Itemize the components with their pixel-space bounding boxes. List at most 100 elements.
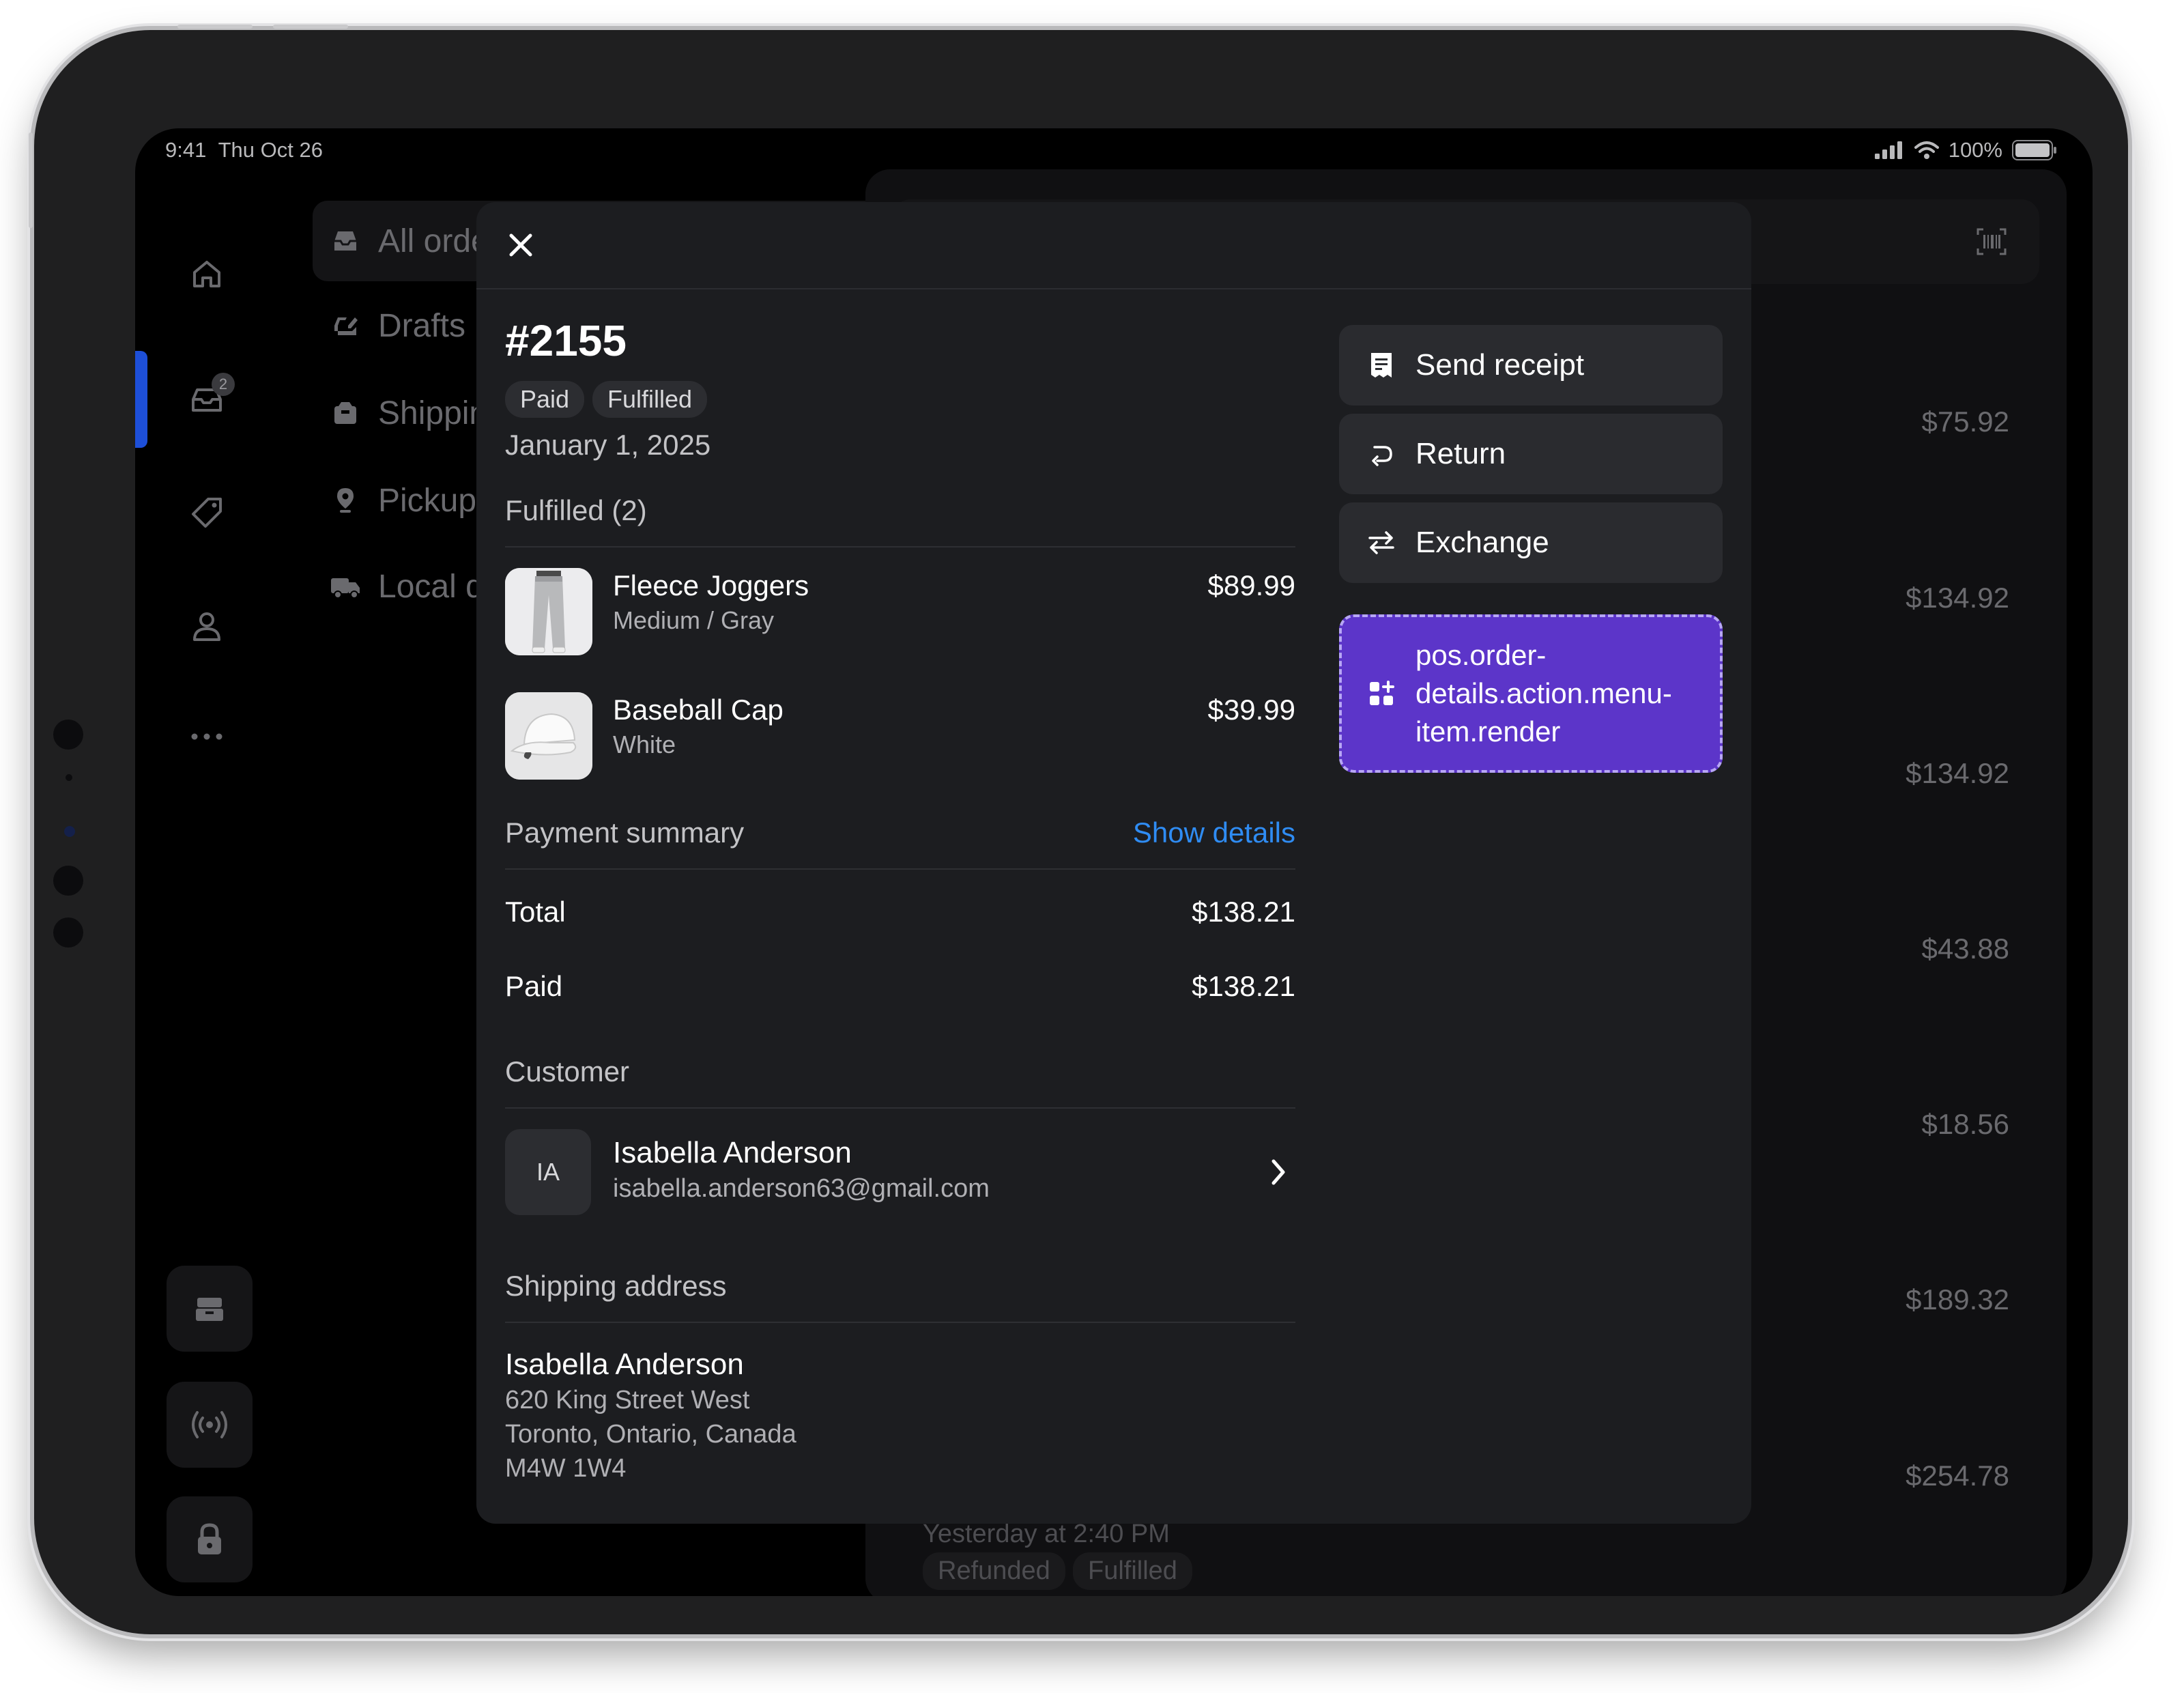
broadcast-icon [192,1411,227,1438]
top-button-1 [177,25,253,29]
customer-avatar: IA [505,1129,591,1215]
camera-lens [64,826,75,837]
return-label: Return [1416,437,1506,470]
orders-icon[interactable]: 2 [183,373,235,423]
customer-email: isabella.anderson63@gmail.com [613,1174,990,1203]
tag-icon[interactable] [183,489,231,537]
item-name: Baseball Cap [613,694,784,726]
fulfillment-status-badge: Fulfilled [592,381,708,418]
order-row-total[interactable]: $75.92 [1922,406,2009,438]
shipping-name: Isabella Anderson [505,1348,744,1381]
navigation-rail: 2 [135,173,278,1596]
shipping-section-title: Shipping address [505,1270,727,1302]
item-price: $89.99 [1207,569,1295,601]
joggers-image [505,568,592,655]
filter-label: Pickup [378,482,477,519]
status-time: 9:41 Thu Oct 26 [165,138,323,162]
lock-icon [198,1523,221,1554]
side-button [29,132,33,228]
filter-label: Drafts [378,307,466,344]
shipping-line: 620 King Street West [505,1386,750,1414]
cap-image [505,692,592,780]
battery-icon [2012,140,2056,160]
exchange-button[interactable]: Exchange [1339,502,1723,583]
order-row-badge: Refunded [923,1552,1065,1590]
divider [505,868,1295,870]
total-value: $138.21 [1192,896,1295,928]
order-row-time: Yesterday at 2:40 PM [923,1520,1170,1548]
item-name: Fleece Joggers [613,569,809,601]
product-thumbnail [505,692,592,780]
order-number: #2155 [505,316,627,365]
receipt-icon [1362,352,1400,379]
sensor-dot [53,866,83,896]
sensor-dot [66,774,72,781]
extension-label: pos.order-details.action.menu-item.rende… [1416,639,1672,748]
rail-active-indicator [135,351,147,448]
paid-label: Paid [505,970,563,1002]
order-row-total[interactable]: $189.32 [1906,1283,2009,1316]
divider [505,1322,1295,1323]
exchange-label: Exchange [1416,526,1549,559]
home-icon[interactable] [183,250,231,298]
status-right: 100% [1874,138,2057,162]
top-button-2 [273,25,348,29]
payment-summary-title: Payment summary [505,816,745,849]
more-icon[interactable] [183,713,231,760]
inbox-icon [313,227,378,255]
customer-icon[interactable] [183,602,231,650]
wifi-icon [1914,141,1939,159]
close-button[interactable] [498,223,543,268]
item-variant: White [613,730,676,758]
divider [505,546,1295,547]
sensor-dot [53,720,83,750]
show-details-link[interactable]: Show details [1133,816,1295,849]
paid-value: $138.21 [1192,970,1295,1002]
modal-header [476,202,1751,289]
sensor-dot [53,917,83,948]
order-row-total[interactable]: $134.92 [1906,757,2009,790]
shipping-line: Toronto, Ontario, Canada [505,1420,796,1449]
screen: 9:41 Thu Oct 26 100% 2 All orders Drafts… [135,128,2093,1596]
truck-icon [313,573,378,600]
status-date: Thu Oct 26 [218,138,323,162]
order-row-total[interactable]: $43.88 [1922,933,2009,965]
fulfilled-section-title: Fulfilled (2) [505,494,647,526]
customer-row[interactable]: IA Isabella Anderson isabella.anderson63… [505,1129,1295,1217]
order-row-total[interactable]: $134.92 [1906,582,2009,614]
package-icon [313,399,378,427]
draft-icon [313,312,378,339]
order-date: January 1, 2025 [505,429,711,461]
order-row-badge: Fulfilled [1073,1552,1192,1590]
extension-menu-item[interactable]: pos.order-details.action.menu-item.rende… [1339,614,1723,773]
battery-percent: 100% [1948,138,2002,162]
location-pin-icon [313,487,378,514]
product-thumbnail [505,568,592,655]
exchange-icon [1362,529,1400,556]
close-icon [509,233,532,257]
total-label: Total [505,896,566,928]
chevron-right-icon [1261,1155,1295,1189]
send-receipt-button[interactable]: Send receipt [1339,325,1723,406]
register-icon [196,1298,223,1321]
return-button[interactable]: Return [1339,414,1723,494]
item-price: $39.99 [1207,694,1295,726]
send-receipt-label: Send receipt [1416,348,1585,382]
barcode-scan-icon[interactable] [1977,228,2007,255]
orders-count-badge: 2 [212,373,235,396]
order-row-total[interactable]: $18.56 [1922,1108,2009,1141]
order-details-modal: #2155 Paid Fulfilled January 1, 2025 Ful… [476,202,1751,1524]
tablet-frame: 9:41 Thu Oct 26 100% 2 All orders Drafts… [29,25,2128,1634]
lock-tile[interactable] [167,1496,253,1582]
divider [505,1107,1295,1109]
status-clock: 9:41 [165,138,207,162]
customer-section-title: Customer [505,1055,630,1087]
item-variant: Medium / Gray [613,606,775,634]
connectivity-tile[interactable] [167,1382,253,1468]
register-tile[interactable] [167,1266,253,1352]
shipping-line: M4W 1W4 [505,1454,627,1483]
app-extension-icon [1362,680,1400,707]
order-row-total[interactable]: $254.78 [1906,1460,2009,1492]
return-icon [1362,440,1400,468]
cellular-icon [1874,141,1902,159]
